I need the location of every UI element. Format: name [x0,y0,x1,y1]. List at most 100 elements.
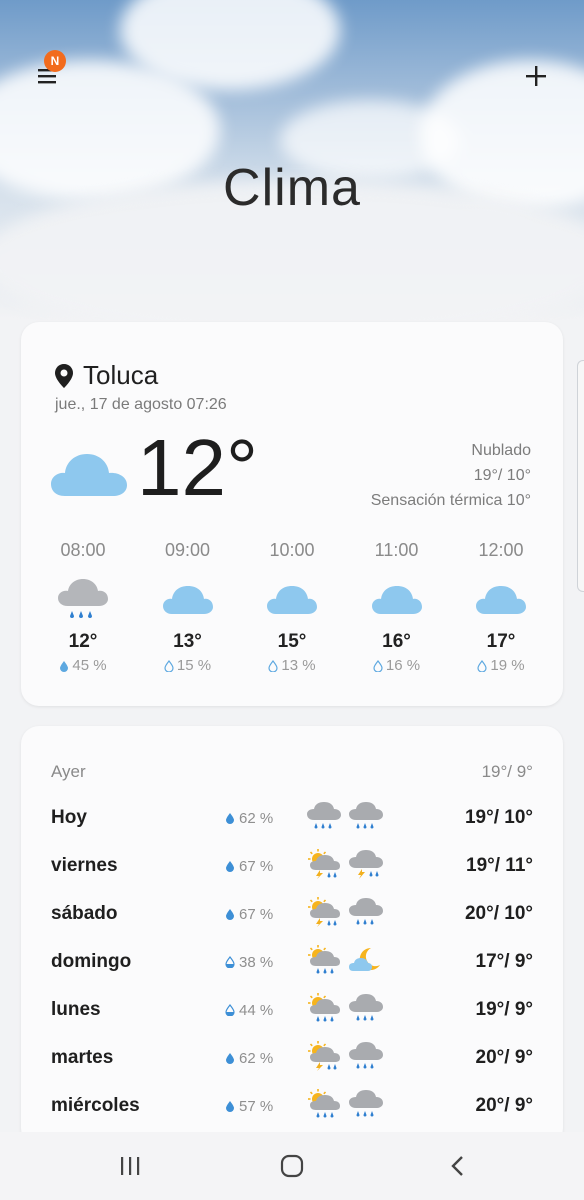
rain-cloud-icon [349,993,383,1028]
current-weather-card[interactable]: Toluca jue., 17 de agosto 07:26 12° Nubl… [21,322,563,706]
hourly-item: 09:00 13° 15 % [140,540,236,674]
day-icons [307,1088,383,1124]
high-low: 19°/ 9° [475,999,533,1020]
home-icon [280,1154,304,1178]
high-low: 19°/ 9° [481,762,533,781]
daily-row[interactable]: Hoy 62 % 19°/ 10° [51,800,533,836]
hour-precip: 45 % [35,657,131,674]
cloud-icon [453,575,549,625]
edge-panel-handle[interactable] [577,360,584,592]
hour-temp: 12° [68,631,98,652]
hour-temp: 15° [277,631,307,652]
day-icons [307,992,383,1028]
droplet-icon [225,1004,235,1016]
daily-row[interactable]: martes 62 % 20°/ 9° [51,1040,533,1076]
sun-thunderstorm-icon [307,1040,341,1076]
day-icons [307,801,383,836]
hour-time: 12:00 [478,540,524,560]
hour-time: 10:00 [269,540,315,560]
current-cloud-icon [51,452,127,503]
day-precip: 62 % [225,1050,273,1067]
hour-time: 08:00 [60,540,106,560]
plus-icon [526,66,546,86]
hour-temp: 17° [486,631,516,652]
day-icons [307,848,383,884]
sun-rain-icon [307,944,341,980]
add-location-button[interactable] [518,58,554,94]
droplet-icon [226,1053,234,1064]
day-precip: 67 % [225,858,273,875]
hour-precip: 16 % [349,657,445,674]
rain-cloud-icon [35,575,131,625]
hour-time: 09:00 [164,540,211,560]
day-label: lunes [51,999,101,1020]
day-precip: 38 % [225,954,273,971]
cloud-icon [244,575,340,625]
high-low: 19°/ 11° [466,855,533,876]
day-icons [307,896,383,932]
rain-cloud-icon [349,897,383,932]
high-low: 20°/ 9° [475,1047,533,1068]
sun-rain-icon [307,1088,341,1124]
home-button[interactable] [272,1150,312,1182]
back-button[interactable] [438,1150,478,1182]
day-icons [307,1040,383,1076]
daily-row[interactable]: viernes 67 % 19°/ 11° [51,848,533,884]
updated-datetime: jue., 17 de agosto 07:26 [55,396,227,413]
feels-like-text: Sensación térmica 10° [370,492,531,509]
notification-badge: N [44,50,66,72]
rain-cloud-icon [307,801,341,836]
day-label: martes [51,1047,114,1068]
high-low: 19°/ 10° [464,807,533,828]
droplet-icon [226,861,234,872]
cloud-icon [140,575,236,625]
droplet-icon [226,1101,234,1112]
hourly-item: 10:00 15° 13 % [244,540,340,674]
day-label: sábado [51,903,118,924]
hourly-item: 11:00 16° 16 % [349,540,445,674]
hour-precip: 15 % [140,657,236,674]
hourly-item: 08:00 12° 45 % [35,540,131,674]
daily-row[interactable]: sábado 67 % 20°/ 10° [51,896,533,932]
hour-time: 11:00 [374,540,419,560]
location-name: Toluca [83,360,159,390]
sun-thunderstorm-icon [307,896,341,932]
sun-rain-icon [307,992,341,1028]
daily-row[interactable]: lunes 44 % 19°/ 9° [51,992,533,1028]
day-precip: 44 % [225,1002,273,1019]
hourly-item: 12:00 17° 19 % [453,540,549,674]
rain-cloud-icon [349,1089,383,1124]
rain-cloud-icon [349,801,383,836]
recents-button[interactable] [110,1150,150,1182]
moon-cloud-icon [349,945,383,980]
droplet-icon [373,659,383,672]
daily-row[interactable]: domingo 38 % 17°/ 9° [51,944,533,980]
recents-icon [121,1157,140,1175]
hour-temp: 13° [173,631,202,652]
day-precip: 67 % [225,906,273,923]
back-icon [451,1156,463,1176]
droplet-icon [477,659,487,672]
daily-forecast-card[interactable]: Ayer 19°/ 9° Hoy 62 % 19°/ 10° viernes 67 % 1… [21,726,563,1146]
high-low: 17°/ 9° [475,951,533,972]
rain-cloud-icon [349,1041,383,1076]
day-icons [307,944,383,980]
droplet-icon [60,660,69,672]
day-precip: 57 % [225,1098,273,1115]
high-low: 20°/ 9° [475,1095,533,1116]
droplet-icon [164,659,174,672]
high-low: 20°/ 10° [464,903,533,924]
droplet-icon [226,909,234,920]
droplet-icon [226,813,234,824]
hour-temp: 16° [382,631,411,652]
day-precip: 62 % [225,810,273,827]
droplet-icon [225,956,235,968]
page-title: Clima [223,159,361,217]
day-label: Ayer [51,762,86,781]
day-label: viernes [51,855,118,876]
location-pin-icon [55,363,73,388]
daily-row[interactable]: miércoles 57 % 20°/ 9° [51,1088,533,1124]
cloud-icon [349,575,445,625]
day-label: domingo [51,951,132,972]
hourly-forecast: 08:00 12° 45 % 09:00 13° 15 % 10:00 15° … [35,540,549,674]
